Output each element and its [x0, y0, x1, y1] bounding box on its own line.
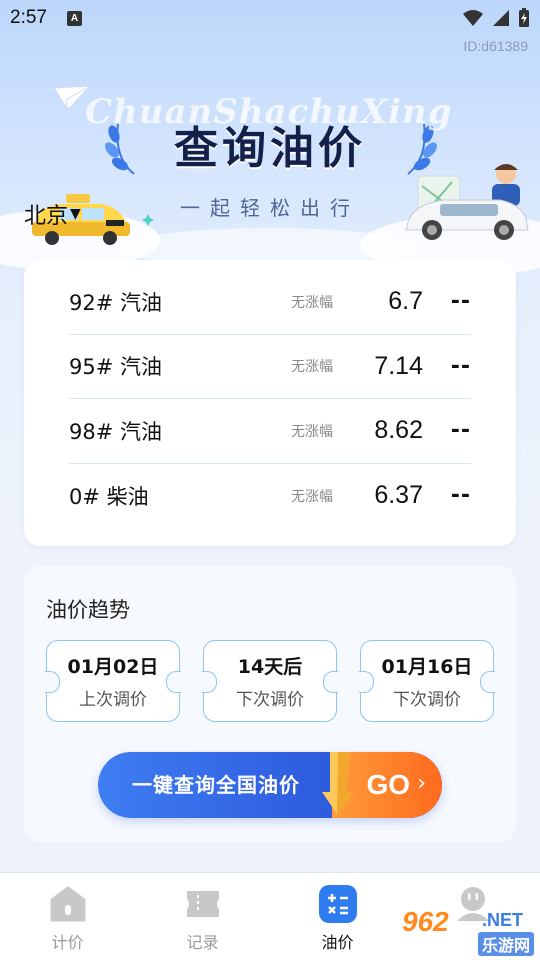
city-selector[interactable]: 北京 ▼ [24, 198, 81, 230]
price-value: 6.37 [374, 481, 423, 510]
watermark-main: 962 [402, 906, 449, 937]
tab-label: 记录 [186, 933, 219, 952]
caret-down-icon: ▼ [70, 206, 81, 222]
ticket-date: 01月02日 [67, 656, 159, 678]
battery-icon [519, 8, 529, 27]
tab-label: 油价 [321, 933, 354, 952]
city-name: 北京 [24, 204, 69, 229]
price-card: 92# 汽油 无涨幅 6.7 -- 95# 汽油 无涨幅 7.14 -- 98#… [24, 260, 516, 546]
page-subtitle: 一起轻松出行 [180, 196, 360, 220]
ticket-icon [184, 885, 222, 923]
trend-card: 油价趋势 01月02日 上次调价 14天后 下次调价 01月16日 下次调价 一… [24, 566, 516, 842]
change-text: 无涨幅 [291, 488, 333, 505]
go-label: GO [366, 769, 410, 800]
query-button-label: 一键查询全国油价 [132, 773, 300, 797]
fuel-name: 98# 汽油 [69, 419, 162, 444]
watermark-sub: 乐游网 [478, 932, 535, 956]
status-bar: 2:57 A [0, 0, 540, 36]
price-row-0-diesel: 0# 柴油 无涨幅 6.37 -- [69, 464, 471, 529]
chevron-right-icon: › [417, 771, 426, 796]
tab-records[interactable]: 记录 [135, 873, 270, 960]
price-trend: -- [450, 418, 471, 444]
price-row-98: 98# 汽油 无涨幅 8.62 -- [69, 399, 471, 464]
change-text: 无涨幅 [291, 359, 333, 376]
ticket-caption: 下次调价 [393, 690, 461, 710]
page-title: 查询油价 [174, 123, 366, 174]
tab-meter[interactable]: 计价 [0, 873, 135, 960]
down-arrow-icon [322, 752, 354, 814]
ticket-date: 01月16日 [381, 656, 473, 678]
tab-label: 计价 [51, 933, 84, 952]
device-id-label: ID:d61389 [463, 38, 528, 54]
ticket-date: 14天后 [237, 656, 303, 678]
calculator-icon [318, 885, 357, 923]
price-value: 8.62 [374, 416, 423, 445]
change-text: 无涨幅 [291, 294, 333, 311]
ticket-caption: 上次调价 [79, 690, 147, 710]
price-row-92: 92# 汽油 无涨幅 6.7 -- [69, 270, 471, 335]
status-icons [462, 8, 530, 28]
countdown-ticket: 14天后 下次调价 [202, 640, 338, 722]
watermark-net: .NET [482, 910, 524, 930]
price-row-95: 95# 汽油 无涨幅 7.14 -- [69, 335, 471, 399]
fuel-name: 0# 柴油 [69, 484, 149, 509]
tab-oil-price[interactable]: 油价 [270, 873, 405, 960]
last-adjust-ticket: 01月02日 上次调价 [45, 640, 181, 722]
cell-signal-icon [493, 10, 509, 26]
status-time: 2:57 [10, 7, 47, 28]
next-adjust-ticket: 01月16日 下次调价 [359, 640, 495, 722]
price-value: 6.7 [388, 287, 423, 316]
price-trend: -- [450, 483, 471, 509]
price-trend: -- [450, 289, 471, 315]
site-watermark: 962 .NET 乐游网 [402, 906, 536, 956]
price-trend: -- [450, 353, 471, 379]
trend-title: 油价趋势 [46, 598, 130, 622]
change-text: 无涨幅 [291, 423, 333, 440]
price-value: 7.14 [374, 351, 423, 380]
fuel-name: 92# 汽油 [69, 290, 162, 315]
notification-a-icon: A [66, 10, 82, 26]
fuel-name: 95# 汽油 [69, 355, 162, 380]
query-national-price-button[interactable]: 一键查询全国油价 GO › [98, 752, 442, 818]
ticket-caption: 下次调价 [236, 690, 304, 710]
meter-icon [49, 885, 87, 923]
wifi-icon [463, 10, 483, 26]
